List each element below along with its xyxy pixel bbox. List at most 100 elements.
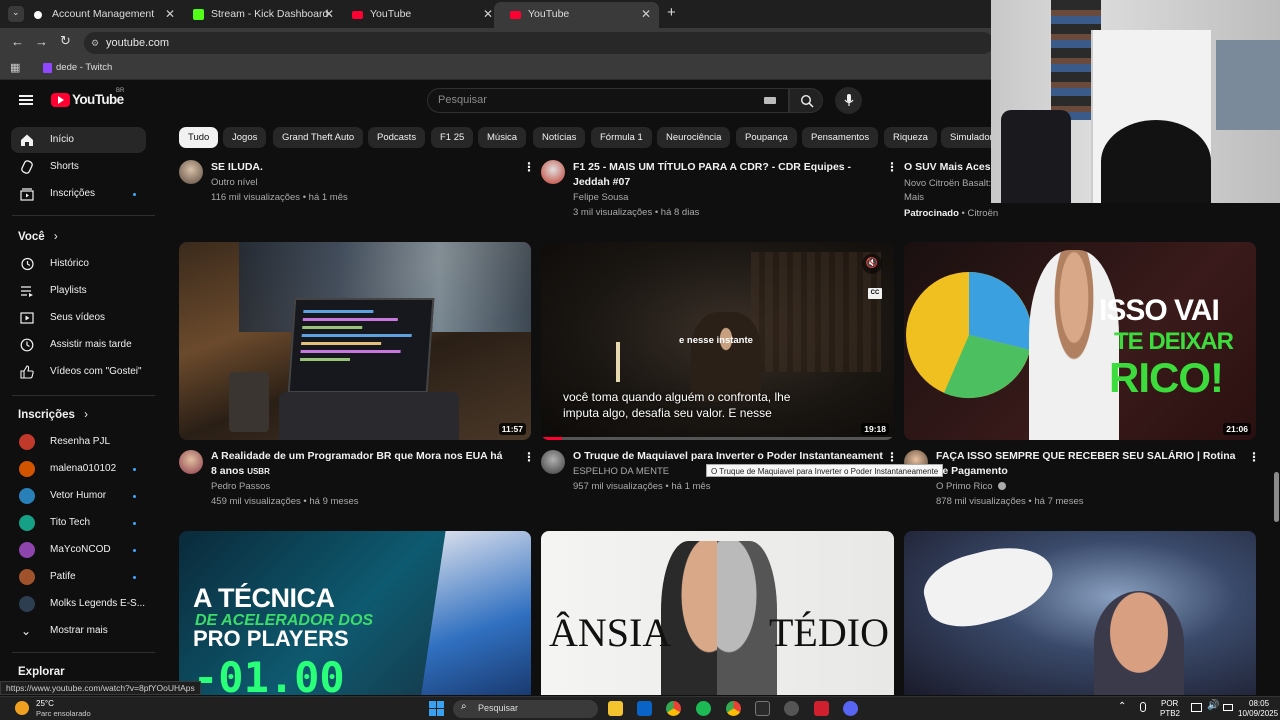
sidebar-item-channel[interactable]: malena010102 xyxy=(11,456,146,482)
search-button[interactable] xyxy=(789,88,823,113)
back-icon[interactable]: ← xyxy=(11,34,24,49)
scrollbar-thumb[interactable] xyxy=(1274,472,1279,522)
sidebar-item-channel[interactable]: Patife xyxy=(11,564,146,590)
sidebar-item-channel[interactable]: MaYcoNCOD xyxy=(11,537,146,563)
sidebar-item-channel[interactable]: Tito Tech xyxy=(11,510,146,536)
sidebar-item-shorts[interactable]: Shorts xyxy=(11,154,146,180)
chip[interactable]: Fórmula 1 xyxy=(591,127,652,148)
chip[interactable]: Podcasts xyxy=(368,127,426,148)
sidebar-item-playlists[interactable]: Playlists xyxy=(11,278,146,304)
you-section-heading[interactable]: Você › xyxy=(18,231,58,243)
sidebar-item-channel[interactable]: Resenha PJL xyxy=(11,429,146,455)
sidebar-item-home[interactable]: Início xyxy=(11,127,146,153)
more-options-icon[interactable]: ⋮ xyxy=(1248,450,1260,464)
channel-name[interactable]: Outro nível xyxy=(211,175,257,190)
spotify-icon[interactable] xyxy=(696,701,711,716)
tab-account-management[interactable]: Account Management ✕ xyxy=(18,2,183,28)
channel-avatar[interactable] xyxy=(541,160,565,184)
network-icon[interactable] xyxy=(1191,703,1202,712)
youtube-logo[interactable]: YouTube BR xyxy=(51,88,126,108)
sidebar-item-subscriptions[interactable]: Inscrições xyxy=(11,181,146,207)
steam-icon[interactable] xyxy=(784,701,799,716)
sidebar-item-channel[interactable]: Vetor Humor xyxy=(11,483,146,509)
more-options-icon[interactable]: ⋮ xyxy=(886,450,898,464)
chip[interactable]: Notícias xyxy=(533,127,586,148)
video-title[interactable]: FAÇA ISSO SEMPRE QUE RECEBER SEU SALÁRIO… xyxy=(936,449,1236,479)
mute-icon[interactable]: 🔇 xyxy=(862,254,882,274)
weather-icon[interactable] xyxy=(15,701,29,715)
subscriptions-section-heading[interactable]: Inscrições › xyxy=(18,409,88,421)
keyboard-icon[interactable] xyxy=(764,97,776,104)
sidebar-item-liked-videos[interactable]: Vídeos com "Gostei" xyxy=(11,359,146,385)
channel-avatar[interactable] xyxy=(541,450,565,474)
video-thumbnail[interactable] xyxy=(904,531,1256,695)
site-info-icon[interactable]: ⚙ xyxy=(91,32,99,54)
video-thumbnail[interactable]: 11:57 xyxy=(179,242,531,440)
chrome-icon[interactable] xyxy=(666,701,681,716)
search-input[interactable]: Pesquisar xyxy=(427,88,789,113)
channel-name[interactable]: O Primo Rico xyxy=(936,479,1007,494)
reload-icon[interactable]: ↻ xyxy=(60,33,71,49)
video-title[interactable]: F1 25 - MAIS UM TÍTULO PARA A CDR? - CDR… xyxy=(573,160,878,190)
tab-youtube[interactable]: YouTube ✕ xyxy=(336,2,501,28)
video-thumbnail[interactable]: ÂNSIA TÉDIO xyxy=(541,531,894,695)
video-thumbnail[interactable]: A TÉCNICA DE ACELERADOR DOS PRO PLAYERS … xyxy=(179,531,531,695)
voice-search-button[interactable] xyxy=(835,87,862,114)
chrome-active-icon[interactable] xyxy=(726,701,741,716)
video-thumbnail[interactable]: 🔇 CC e nesse instante você toma quando a… xyxy=(541,242,894,440)
mic-icon[interactable] xyxy=(1140,702,1146,712)
weather-desc[interactable]: Parc ensolarado xyxy=(36,709,91,718)
sidebar-item-channel[interactable]: Molks Legends E-S... xyxy=(11,591,146,617)
chip[interactable]: Jogos xyxy=(223,127,267,148)
channel-avatar[interactable] xyxy=(179,450,203,474)
chip[interactable]: Grand Theft Auto xyxy=(273,127,364,148)
battery-icon[interactable] xyxy=(1223,704,1233,711)
new-tab-button[interactable]: + xyxy=(667,4,676,21)
channel-name[interactable]: Felipe Sousa xyxy=(573,190,628,205)
outlook-icon[interactable] xyxy=(637,701,652,716)
more-options-icon[interactable]: ⋮ xyxy=(523,160,535,174)
close-icon[interactable]: ✕ xyxy=(165,2,175,26)
sidebar-item-your-videos[interactable]: Seus vídeos xyxy=(11,305,146,331)
video-title[interactable]: A Realidade de um Programador BR que Mor… xyxy=(211,449,511,479)
address-bar[interactable]: ⚙ youtube.com xyxy=(84,32,994,54)
chip[interactable]: Música xyxy=(478,127,527,148)
tab-youtube-active[interactable]: YouTube ✕ xyxy=(494,2,659,28)
keyboard-language[interactable]: POR xyxy=(1161,699,1178,709)
taskbar-search[interactable]: ⌕ Pesquisar xyxy=(453,700,598,718)
forward-icon[interactable]: → xyxy=(35,34,48,49)
video-title[interactable]: SE ILUDA. xyxy=(211,160,511,175)
apps-grid-icon[interactable]: ▦ xyxy=(10,61,20,74)
channel-avatar[interactable] xyxy=(179,160,203,184)
chevron-up-icon[interactable]: ⌃ xyxy=(1118,701,1126,712)
tab-kick-dashboard[interactable]: Stream - Kick Dashboard ✕ xyxy=(177,2,342,28)
sidebar-item-watch-later[interactable]: Assistir mais tarde xyxy=(11,332,146,358)
video-thumbnail[interactable]: ISSO VAI TE DEIXAR RICO! 21:06 xyxy=(904,242,1256,440)
close-icon[interactable]: ✕ xyxy=(324,2,334,26)
chip[interactable]: Pensamentos xyxy=(802,127,879,148)
channel-name[interactable]: ESPELHO DA MENTE xyxy=(573,464,669,479)
app-icon-red[interactable] xyxy=(814,701,829,716)
video-title[interactable]: O Truque de Maquiavel para Inverter o Po… xyxy=(573,449,883,464)
progress-bar[interactable] xyxy=(541,437,894,440)
show-more-button[interactable]: ⌄ Mostrar mais xyxy=(11,618,146,644)
clock-time[interactable]: 08:05 xyxy=(1249,699,1269,709)
chip[interactable]: Riqueza xyxy=(884,127,937,148)
chip[interactable]: Neurociência xyxy=(657,127,731,148)
more-options-icon[interactable]: ⋮ xyxy=(523,450,535,464)
app-icon[interactable] xyxy=(755,701,770,716)
chip[interactable]: F1 25 xyxy=(431,127,474,148)
bookmark-twitch[interactable]: dede - Twitch xyxy=(56,62,112,73)
chip[interactable]: Simulador xyxy=(941,127,991,148)
chip-all[interactable]: Tudo xyxy=(179,127,219,148)
close-icon[interactable]: ✕ xyxy=(641,2,651,26)
close-icon[interactable]: ✕ xyxy=(483,2,493,26)
scrollbar[interactable] xyxy=(1273,120,1280,695)
captions-button[interactable]: CC xyxy=(868,288,882,299)
clock-date[interactable]: 10/09/2025 xyxy=(1238,709,1278,719)
channel-name[interactable]: Pedro Passos xyxy=(211,479,270,494)
sidebar-item-history[interactable]: Histórico xyxy=(11,251,146,277)
menu-icon[interactable] xyxy=(19,95,33,105)
discord-icon[interactable] xyxy=(843,701,858,716)
more-options-icon[interactable]: ⋮ xyxy=(886,160,898,174)
